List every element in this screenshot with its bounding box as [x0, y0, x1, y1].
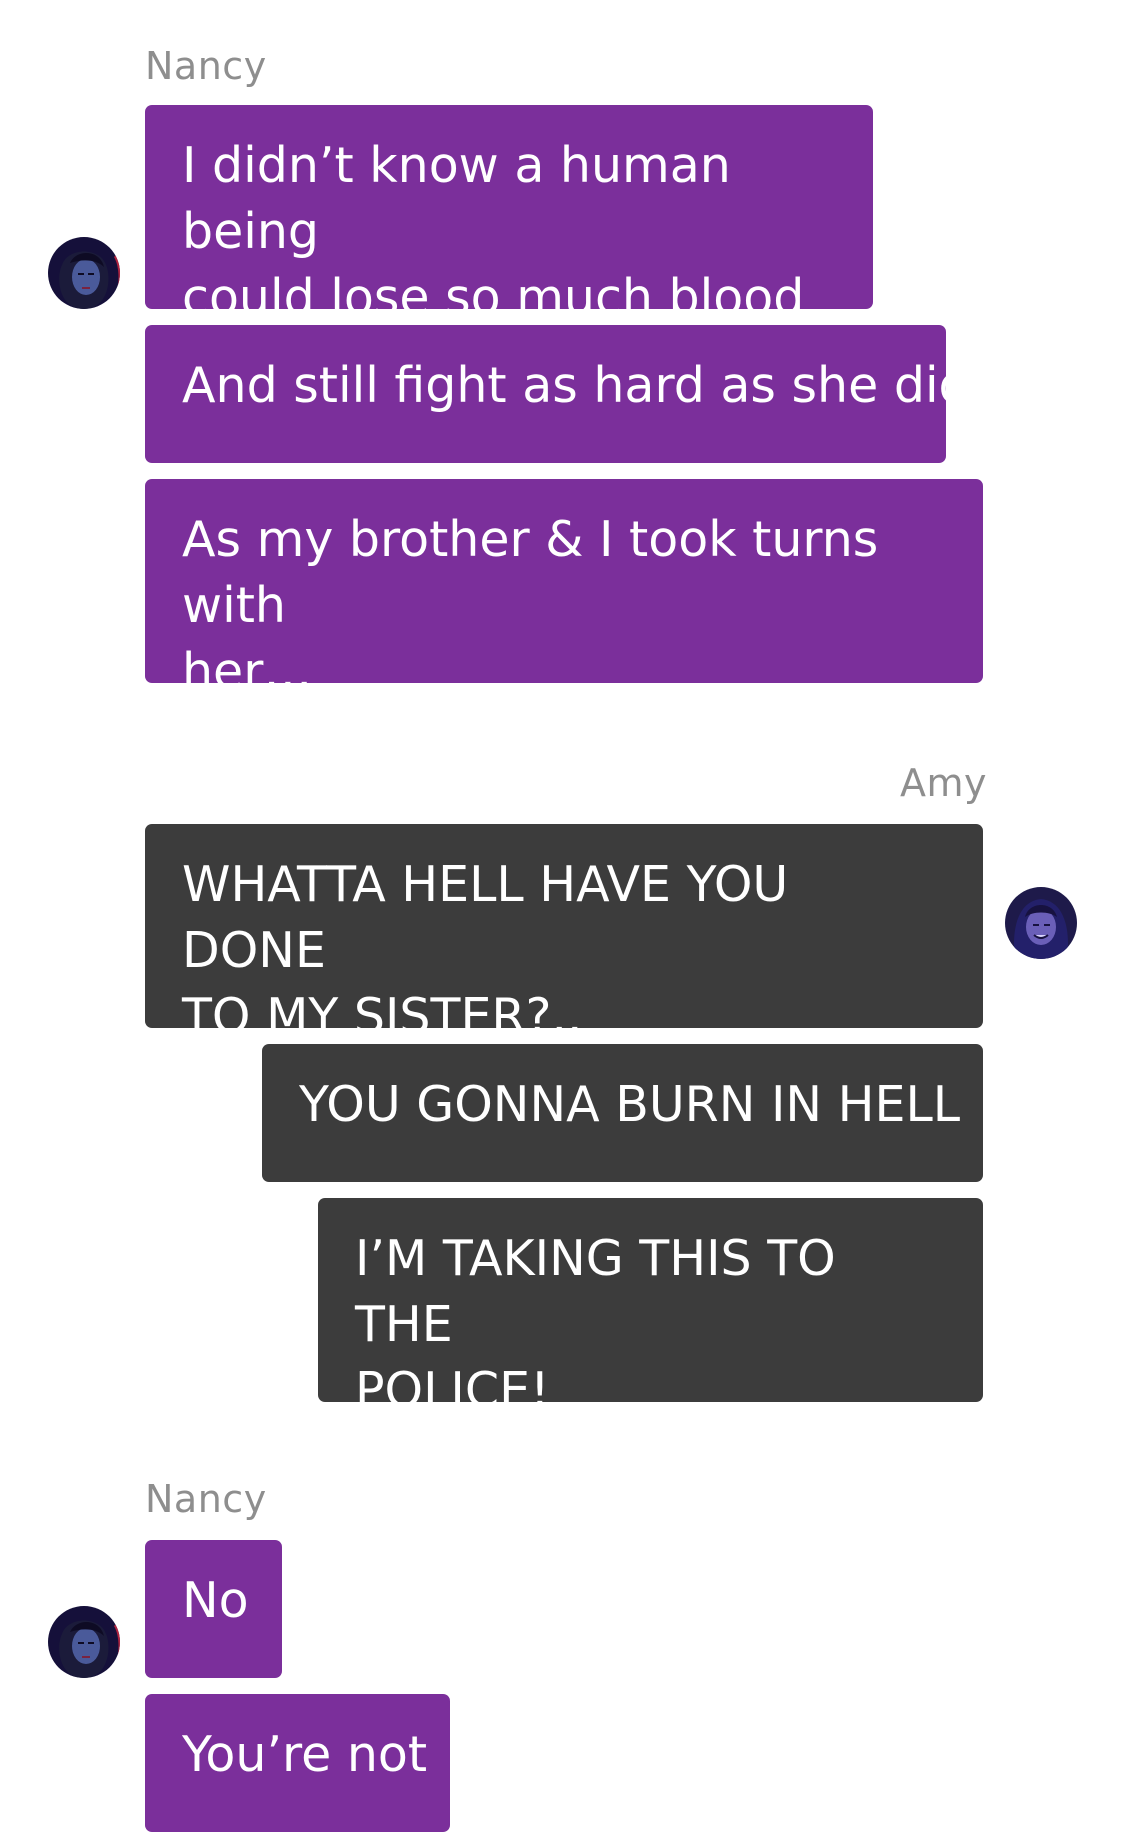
amy-avatar-icon[interactable] — [1005, 887, 1077, 959]
message-bubble-nancy[interactable]: As my brother & I took turns with her… — [145, 479, 983, 700]
message-bubble-nancy[interactable]: And still fight as hard as she did — [145, 325, 970, 463]
message-bubble-amy[interactable]: WHATTA HELL HAVE YOU DONE TO MY SISTER?.… — [145, 824, 983, 1045]
message-bubble-amy[interactable]: YOU GONNA BURN IN HELL — [262, 1044, 983, 1182]
message-bubble-nancy[interactable]: You’re not — [145, 1694, 450, 1832]
nancy-avatar-icon[interactable] — [48, 1606, 120, 1678]
sender-name-nancy: Nancy — [145, 1477, 267, 1521]
nancy-avatar-icon[interactable] — [48, 237, 120, 309]
message-bubble-nancy[interactable]: No — [145, 1540, 282, 1678]
message-bubble-amy[interactable]: I’M TAKING THIS TO THE POLICE! — [318, 1198, 983, 1419]
message-bubble-nancy[interactable]: I didn’t know a human being could lose s… — [145, 105, 873, 326]
sender-name-amy: Amy — [900, 761, 987, 805]
sender-name-nancy: Nancy — [145, 44, 267, 88]
